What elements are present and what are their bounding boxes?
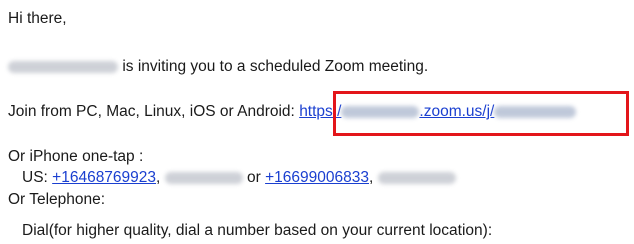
us-phone-line: US: +16468769923, or +16699006833, (22, 169, 456, 187)
or-text: or (246, 169, 261, 186)
iphone-label: Or iPhone one-tap : (8, 148, 144, 165)
phone-link-2[interactable]: +16699006833 (265, 169, 369, 186)
phone-link-1[interactable]: +16468769923 (52, 169, 156, 186)
greeting: Hi there, (8, 10, 67, 27)
us-label: US: (22, 169, 48, 186)
link-highlight-box (333, 91, 629, 136)
dial-instructions: Dial(for higher quality, dial a number b… (22, 222, 493, 239)
join-label: Join from PC, Mac, Linux, iOS or Android… (8, 103, 295, 120)
invite-text: is inviting you to a scheduled Zoom meet… (122, 58, 429, 75)
redacted-host-name (8, 60, 118, 73)
telephone-label: Or Telephone: (8, 191, 106, 208)
invite-line: is inviting you to a scheduled Zoom meet… (8, 58, 428, 76)
redacted-one-tap-code-2 (377, 171, 456, 184)
redacted-one-tap-code-1 (164, 171, 243, 184)
